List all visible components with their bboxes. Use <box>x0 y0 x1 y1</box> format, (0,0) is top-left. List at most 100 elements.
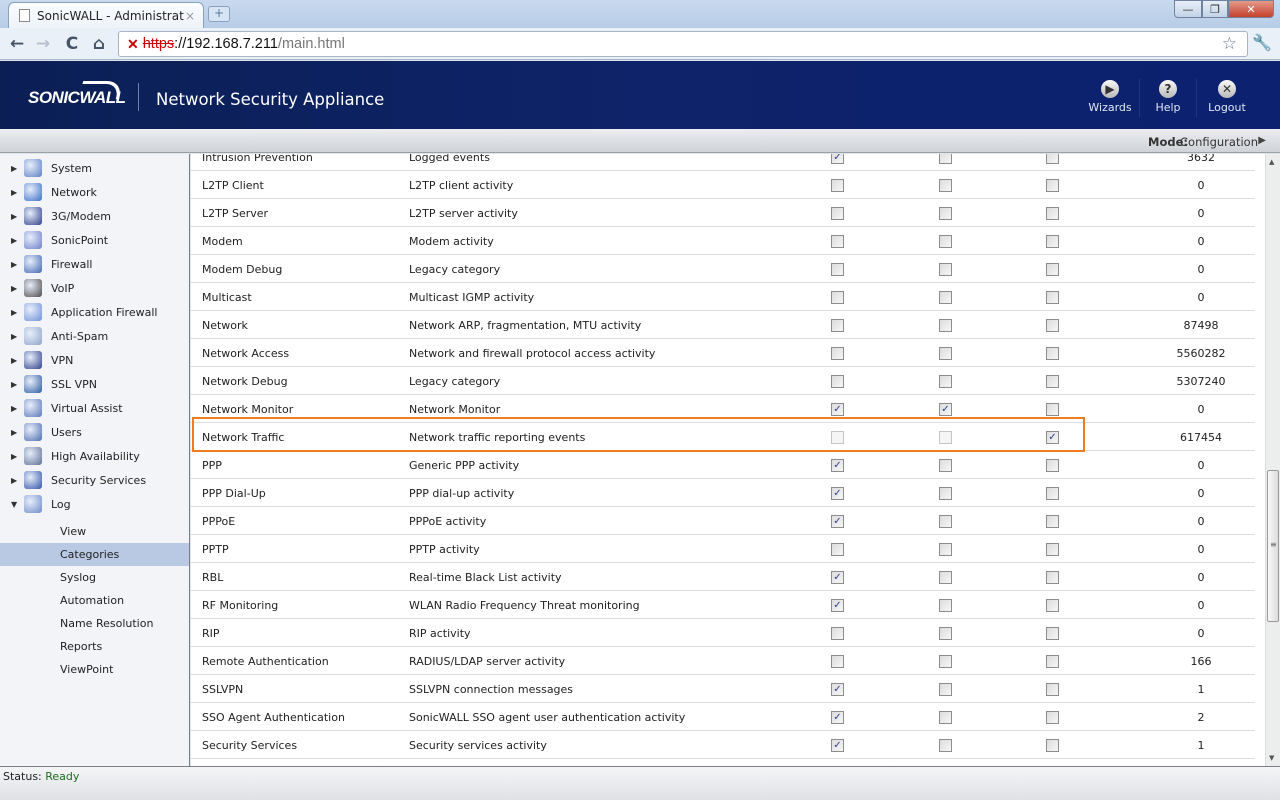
log-checkbox[interactable]: ✓ <box>831 487 844 500</box>
sidebar-subitem-viewpoint[interactable]: ViewPoint <box>0 658 189 681</box>
sidebar-item-ssl-vpn[interactable]: ▶ SSL VPN <box>0 372 189 396</box>
syslog-checkbox[interactable] <box>1046 207 1059 220</box>
syslog-checkbox[interactable] <box>1046 375 1059 388</box>
syslog-checkbox[interactable] <box>1046 571 1059 584</box>
sidebar-item-application-firewall[interactable]: ▶ Application Firewall <box>0 300 189 324</box>
sidebar-subitem-syslog[interactable]: Syslog <box>0 566 189 589</box>
collapsed-arrow-icon[interactable]: ▶ <box>11 476 17 485</box>
syslog-checkbox[interactable] <box>1046 179 1059 192</box>
bookmark-star-icon[interactable]: ☆ <box>1222 34 1237 54</box>
log-checkbox[interactable] <box>831 319 844 332</box>
reload-button[interactable]: C <box>61 33 83 55</box>
syslog-checkbox[interactable] <box>1046 711 1059 724</box>
sidebar-item-sonicpoint[interactable]: ▶ SonicPoint <box>0 228 189 252</box>
sidebar-item-network[interactable]: ▶ Network <box>0 180 189 204</box>
log-checkbox[interactable] <box>831 291 844 304</box>
scroll-down-icon[interactable]: ▼ <box>1269 754 1274 762</box>
alert-checkbox[interactable] <box>939 347 952 360</box>
sidebar-item-virtual-assist[interactable]: ▶ Virtual Assist <box>0 396 189 420</box>
log-checkbox[interactable] <box>831 207 844 220</box>
alert-checkbox[interactable] <box>939 571 952 584</box>
syslog-checkbox[interactable] <box>1046 291 1059 304</box>
log-checkbox[interactable]: ✓ <box>831 599 844 612</box>
browser-tab[interactable]: SonicWALL - Administrat... × <box>8 2 204 28</box>
logout-button[interactable]: ✕ Logout <box>1198 80 1256 114</box>
collapsed-arrow-icon[interactable]: ▶ <box>11 308 17 317</box>
log-checkbox[interactable] <box>831 263 844 276</box>
collapsed-arrow-icon[interactable]: ▶ <box>11 380 17 389</box>
content-scrollbar[interactable]: ▲ ≡ ▼ <box>1265 154 1280 766</box>
sidebar-item-system[interactable]: ▶ System <box>0 156 189 180</box>
syslog-checkbox[interactable] <box>1046 627 1059 640</box>
log-checkbox[interactable] <box>831 179 844 192</box>
alert-checkbox[interactable] <box>939 179 952 192</box>
minimize-button[interactable]: — <box>1174 0 1202 18</box>
sidebar-item-high-availability[interactable]: ▶ High Availability <box>0 444 189 468</box>
alert-checkbox[interactable] <box>939 375 952 388</box>
log-checkbox[interactable]: ✓ <box>831 739 844 752</box>
alert-checkbox[interactable] <box>939 319 952 332</box>
mode-arrow-icon[interactable]: ▶ <box>1258 135 1266 146</box>
log-checkbox[interactable]: ✓ <box>831 571 844 584</box>
home-button[interactable]: ⌂ <box>88 33 110 55</box>
syslog-checkbox[interactable] <box>1046 347 1059 360</box>
alert-checkbox[interactable] <box>939 711 952 724</box>
alert-checkbox[interactable] <box>939 207 952 220</box>
sidebar-subitem-name-resolution[interactable]: Name Resolution <box>0 612 189 635</box>
address-bar[interactable]: ✕ https ://192.168.7.211 /main.html ☆ <box>118 31 1248 57</box>
syslog-checkbox[interactable] <box>1046 154 1059 164</box>
alert-checkbox[interactable] <box>939 599 952 612</box>
syslog-checkbox[interactable] <box>1046 739 1059 752</box>
expanded-arrow-icon[interactable]: ▼ <box>11 500 17 509</box>
close-window-button[interactable]: ✕ <box>1228 0 1274 18</box>
collapsed-arrow-icon[interactable]: ▶ <box>11 332 17 341</box>
syslog-checkbox[interactable] <box>1046 263 1059 276</box>
collapsed-arrow-icon[interactable]: ▶ <box>11 212 17 221</box>
tab-close-icon[interactable]: × <box>185 9 195 23</box>
syslog-checkbox[interactable]: ✓ <box>1046 431 1059 444</box>
sidebar-subitem-automation[interactable]: Automation <box>0 589 189 612</box>
log-checkbox[interactable] <box>831 375 844 388</box>
maximize-button[interactable]: ❐ <box>1202 0 1228 18</box>
sidebar-item-voip[interactable]: ▶ VoIP <box>0 276 189 300</box>
alert-checkbox[interactable] <box>939 627 952 640</box>
syslog-checkbox[interactable] <box>1046 487 1059 500</box>
collapsed-arrow-icon[interactable]: ▶ <box>11 188 17 197</box>
log-checkbox[interactable] <box>831 347 844 360</box>
help-button[interactable]: ? Help <box>1139 80 1197 114</box>
sidebar-item-security-services[interactable]: ▶ Security Services <box>0 468 189 492</box>
alert-checkbox[interactable] <box>939 655 952 668</box>
log-checkbox[interactable]: ✓ <box>831 154 844 164</box>
scroll-up-icon[interactable]: ▲ <box>1269 158 1274 166</box>
new-tab-button[interactable]: + <box>208 6 230 22</box>
syslog-checkbox[interactable] <box>1046 515 1059 528</box>
collapsed-arrow-icon[interactable]: ▶ <box>11 236 17 245</box>
log-checkbox[interactable]: ✓ <box>831 403 844 416</box>
alert-checkbox[interactable] <box>939 459 952 472</box>
back-button[interactable]: ← <box>6 33 28 55</box>
scroll-thumb[interactable]: ≡ <box>1267 470 1279 622</box>
alert-checkbox[interactable] <box>939 515 952 528</box>
sidebar-subitem-categories[interactable]: Categories <box>0 543 189 566</box>
sidebar-subitem-reports[interactable]: Reports <box>0 635 189 658</box>
collapsed-arrow-icon[interactable]: ▶ <box>11 356 17 365</box>
alert-checkbox[interactable]: ✓ <box>939 403 952 416</box>
wrench-menu-icon[interactable]: 🔧 <box>1252 33 1272 52</box>
log-checkbox[interactable]: ✓ <box>831 683 844 696</box>
alert-checkbox[interactable] <box>939 543 952 556</box>
log-checkbox[interactable] <box>831 627 844 640</box>
log-checkbox[interactable]: ✓ <box>831 515 844 528</box>
sidebar-item-firewall[interactable]: ▶ Firewall <box>0 252 189 276</box>
alert-checkbox[interactable] <box>939 235 952 248</box>
sidebar-subitem-view[interactable]: View <box>0 520 189 543</box>
collapsed-arrow-icon[interactable]: ▶ <box>11 428 17 437</box>
sidebar-item-3g-modem[interactable]: ▶ 3G/Modem <box>0 204 189 228</box>
log-checkbox[interactable] <box>831 235 844 248</box>
collapsed-arrow-icon[interactable]: ▶ <box>11 452 17 461</box>
syslog-checkbox[interactable] <box>1046 319 1059 332</box>
alert-checkbox[interactable] <box>939 683 952 696</box>
alert-checkbox[interactable] <box>939 291 952 304</box>
alert-checkbox[interactable] <box>939 263 952 276</box>
forward-button[interactable]: → <box>32 33 54 55</box>
syslog-checkbox[interactable] <box>1046 235 1059 248</box>
